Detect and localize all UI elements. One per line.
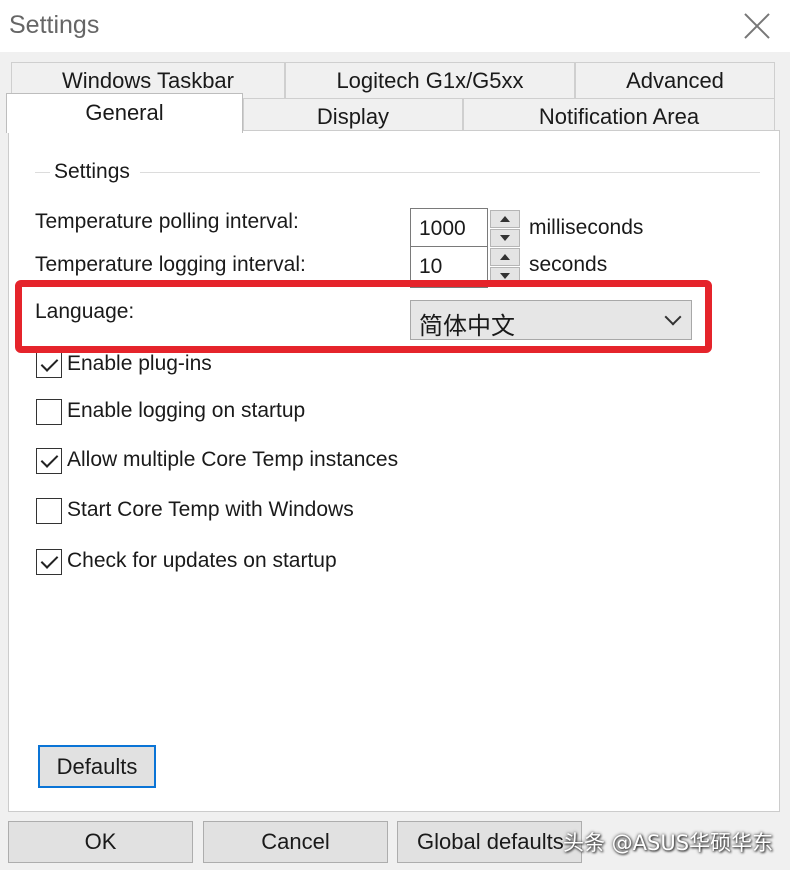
close-icon[interactable] (743, 12, 771, 40)
tab-general[interactable]: General (6, 93, 243, 133)
checkbox-label: Enable logging on startup (67, 399, 306, 422)
language-selected-value: 简体中文 (419, 312, 515, 340)
checkbox-box[interactable] (36, 352, 62, 378)
ok-button[interactable]: OK (8, 821, 193, 863)
cancel-button[interactable]: Cancel (203, 821, 388, 863)
chevron-down-icon (664, 308, 682, 326)
polling-increment-button[interactable] (490, 210, 520, 228)
logging-increment-button[interactable] (490, 248, 520, 266)
defaults-button[interactable]: Defaults (38, 745, 156, 788)
group-divider (35, 172, 50, 173)
polling-interval-input[interactable]: 1000 (410, 208, 488, 250)
tab-label: Display (316, 104, 390, 129)
checkbox-label: Enable plug-ins (67, 352, 212, 375)
checkbox-box[interactable] (36, 498, 62, 524)
arrow-up-icon (500, 216, 510, 222)
checkbox-label: Check for updates on startup (67, 549, 337, 572)
tab-label: General (85, 100, 164, 125)
group-divider (140, 172, 760, 173)
checkbox-label: Start Core Temp with Windows (67, 498, 354, 521)
language-select[interactable]: 简体中文 (410, 300, 692, 340)
polling-unit: milliseconds (529, 216, 644, 239)
logging-decrement-button[interactable] (490, 267, 520, 285)
tab-notification-area[interactable]: Notification Area (463, 98, 775, 131)
arrow-up-icon (500, 254, 510, 260)
checkbox-box[interactable] (36, 549, 62, 575)
global-defaults-label: Global defaults (417, 829, 564, 854)
global-defaults-button[interactable]: Global defaults (397, 821, 582, 863)
tab-label: Logitech G1x/G5xx (336, 68, 524, 93)
tab-display[interactable]: Display (243, 98, 463, 131)
polling-decrement-button[interactable] (490, 229, 520, 247)
language-label: Language: (35, 300, 135, 323)
group-title: Settings (52, 160, 132, 184)
logging-unit: seconds (529, 253, 608, 276)
logging-interval-input[interactable]: 10 (410, 246, 488, 288)
window-title: Settings (9, 11, 100, 39)
polling-interval-label: Temperature polling interval: (35, 210, 299, 233)
tab-label: Notification Area (538, 104, 700, 129)
tab-advanced[interactable]: Advanced (575, 62, 775, 98)
watermark: 头条 @ASUS华硕华东 (563, 831, 774, 855)
tab-logitech[interactable]: Logitech G1x/G5xx (285, 62, 575, 98)
tab-label: Advanced (626, 68, 724, 93)
tab-label: Windows Taskbar (62, 68, 234, 93)
logging-interval-label: Temperature logging interval: (35, 253, 306, 276)
checkbox-box[interactable] (36, 399, 62, 425)
title-bar: Settings (0, 0, 790, 52)
arrow-down-icon (500, 273, 510, 279)
arrow-down-icon (500, 235, 510, 241)
checkbox-box[interactable] (36, 448, 62, 474)
checkbox-label: Allow multiple Core Temp instances (67, 448, 399, 471)
